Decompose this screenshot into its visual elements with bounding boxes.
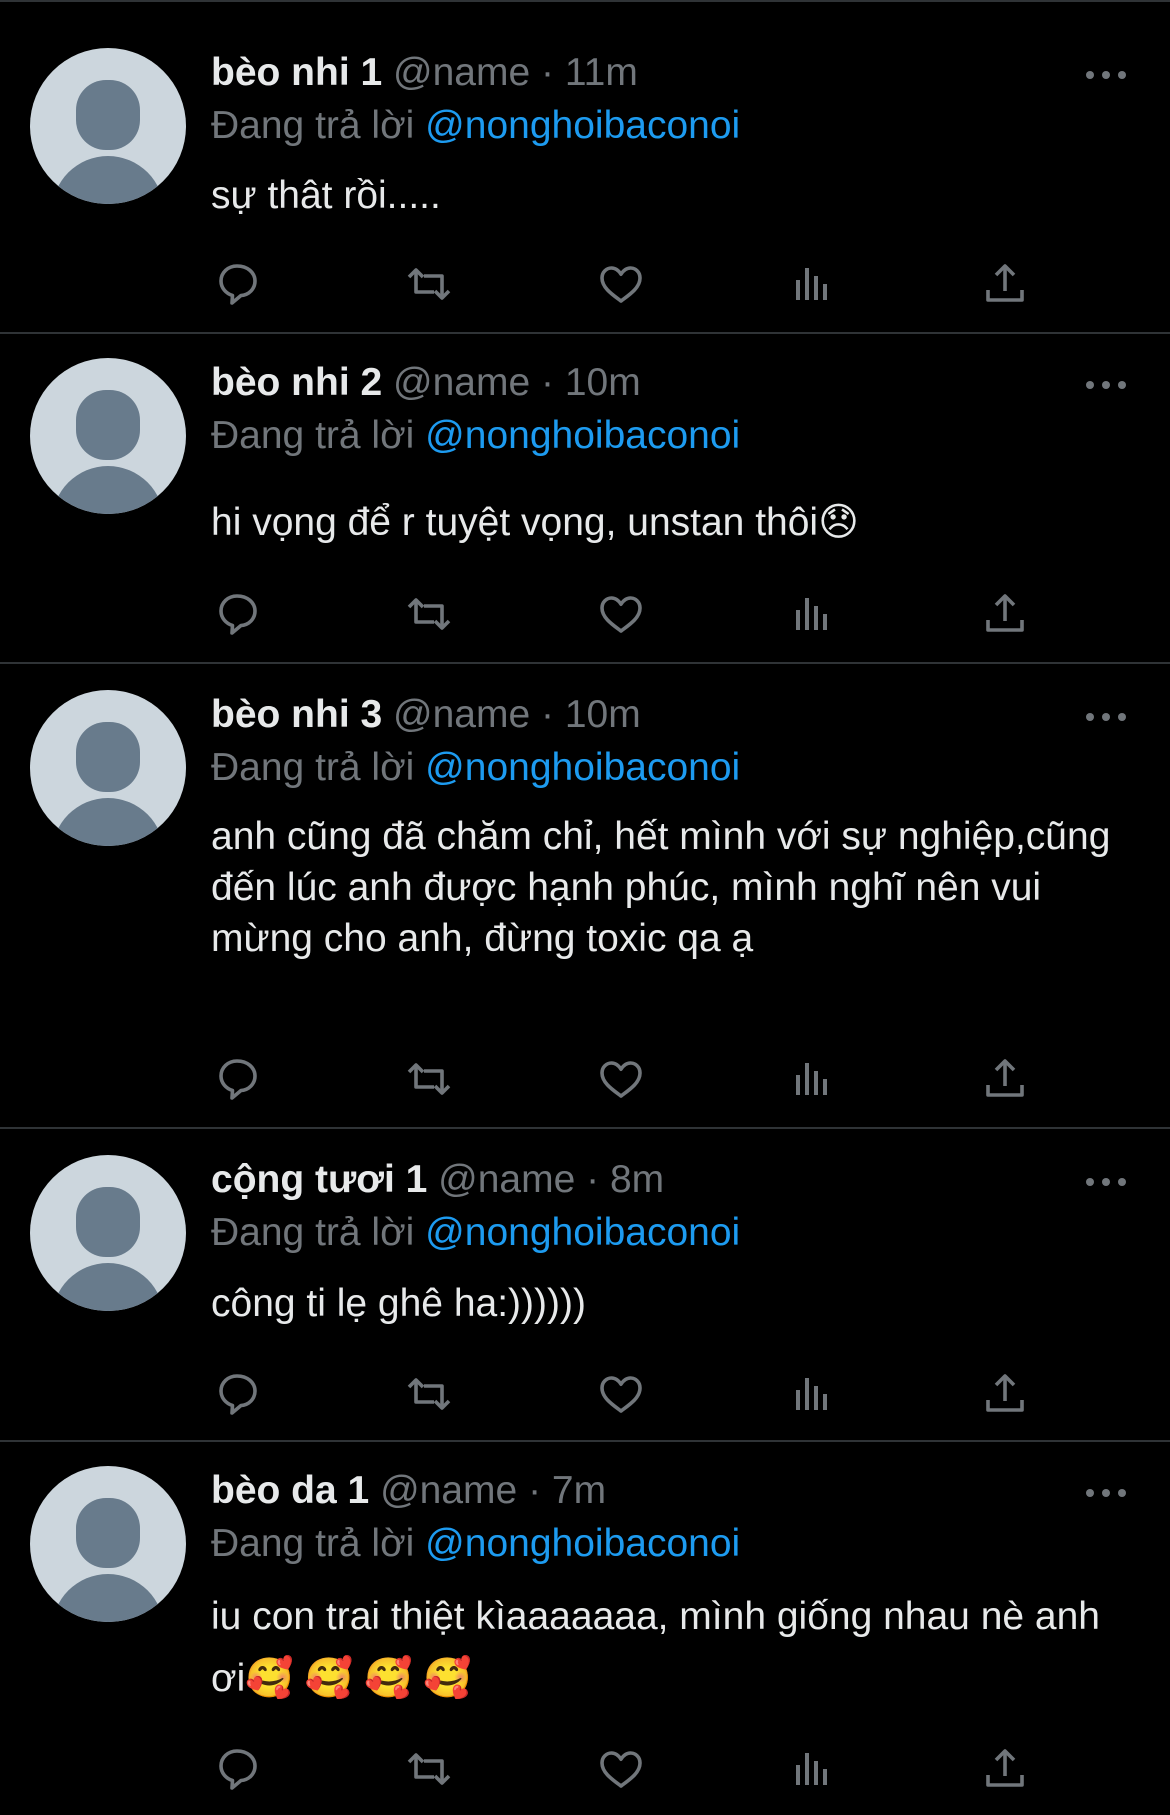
like-icon[interactable] <box>591 1049 651 1109</box>
author-name[interactable]: cộng tươi 1 <box>211 1158 427 1201</box>
mention-link[interactable]: @nonghoibaconoi <box>425 746 740 789</box>
tweet-actions <box>211 1739 1031 1799</box>
like-icon[interactable] <box>591 1364 651 1424</box>
more-icon[interactable] <box>1086 1486 1126 1500</box>
replying-label: Đang trả lời <box>211 104 415 147</box>
reply-icon[interactable] <box>210 1364 270 1424</box>
replying-label: Đang trả lời <box>211 1522 415 1565</box>
tweet-time: · 10m <box>541 361 641 404</box>
tweet[interactable]: bèo nhi 3 @name · 10m Đang trả lời @nong… <box>0 662 1170 1127</box>
more-icon[interactable] <box>1086 68 1126 82</box>
retweet-icon[interactable] <box>399 254 459 314</box>
retweet-icon[interactable] <box>399 1364 459 1424</box>
retweet-icon[interactable] <box>399 1739 459 1799</box>
mention-link[interactable]: @nonghoibaconoi <box>425 104 740 147</box>
like-icon[interactable] <box>591 254 651 314</box>
tweet-actions <box>211 254 1031 314</box>
tweet[interactable]: cộng tươi 1 @name · 8m Đang trả lời @non… <box>0 1127 1170 1440</box>
replying-label: Đang trả lời <box>211 746 415 789</box>
share-icon[interactable] <box>975 1739 1035 1799</box>
tweet-actions <box>211 1049 1031 1109</box>
tweet[interactable]: bèo nhi 1 @name · 11m Đang trả lời @nong… <box>0 0 1170 332</box>
share-icon[interactable] <box>975 1364 1035 1424</box>
tweet[interactable]: bèo nhi 2 @name · 10m Đang trả lời @nong… <box>0 332 1170 662</box>
tweet-actions <box>211 1364 1031 1424</box>
views-icon[interactable] <box>784 584 844 644</box>
reply-icon[interactable] <box>210 1739 270 1799</box>
avatar[interactable] <box>30 1466 186 1622</box>
author-name[interactable]: bèo nhi 1 <box>211 51 382 94</box>
tweet-time: · 7m <box>528 1469 607 1512</box>
like-icon[interactable] <box>591 584 651 644</box>
more-icon[interactable] <box>1086 378 1126 392</box>
author-name[interactable]: bèo da 1 <box>211 1469 369 1512</box>
like-icon[interactable] <box>591 1739 651 1799</box>
avatar[interactable] <box>30 690 186 846</box>
author-handle: @name <box>393 361 531 404</box>
author-handle: @name <box>393 693 531 736</box>
tweet-time: · 10m <box>541 693 641 736</box>
tweet-text: iu con trai thiệt kìaaaaaaa, mình giống … <box>211 1595 1100 1700</box>
views-icon[interactable] <box>784 1049 844 1109</box>
replying-label: Đang trả lời <box>211 414 415 457</box>
mention-link[interactable]: @nonghoibaconoi <box>425 1211 740 1254</box>
tweet-text: sự thât rồi..... <box>211 174 441 217</box>
tweet-actions <box>211 584 1031 644</box>
retweet-icon[interactable] <box>399 584 459 644</box>
mention-link[interactable]: @nonghoibaconoi <box>425 1522 740 1565</box>
author-handle: @name <box>438 1158 576 1201</box>
views-icon[interactable] <box>784 1739 844 1799</box>
mention-link[interactable]: @nonghoibaconoi <box>425 414 740 457</box>
share-icon[interactable] <box>975 1049 1035 1109</box>
tweet-text: công ti lẹ ghê ha:)))))) <box>211 1282 586 1325</box>
avatar[interactable] <box>30 1155 186 1311</box>
author-name[interactable]: bèo nhi 2 <box>211 361 382 404</box>
share-icon[interactable] <box>975 254 1035 314</box>
reply-icon[interactable] <box>210 254 270 314</box>
reply-icon[interactable] <box>210 584 270 644</box>
replying-label: Đang trả lời <box>211 1211 415 1254</box>
author-handle: @name <box>380 1469 518 1512</box>
reply-icon[interactable] <box>210 1049 270 1109</box>
tweet-text: hi vọng để r tuyệt vọng, unstan thôi😞 <box>211 501 859 544</box>
author-handle: @name <box>393 51 531 94</box>
author-name[interactable]: bèo nhi 3 <box>211 693 382 736</box>
retweet-icon[interactable] <box>399 1049 459 1109</box>
share-icon[interactable] <box>975 584 1035 644</box>
more-icon[interactable] <box>1086 710 1126 724</box>
views-icon[interactable] <box>784 1364 844 1424</box>
avatar[interactable] <box>30 48 186 204</box>
tweet[interactable]: bèo da 1 @name · 7m Đang trả lời @nongho… <box>0 1440 1170 1815</box>
views-icon[interactable] <box>784 254 844 314</box>
tweet-time: · 8m <box>586 1158 665 1201</box>
tweet-time: · 11m <box>541 51 638 94</box>
avatar[interactable] <box>30 358 186 514</box>
more-icon[interactable] <box>1086 1175 1126 1189</box>
tweet-text: anh cũng đã chăm chỉ, hết mình với sự ng… <box>211 815 1111 960</box>
